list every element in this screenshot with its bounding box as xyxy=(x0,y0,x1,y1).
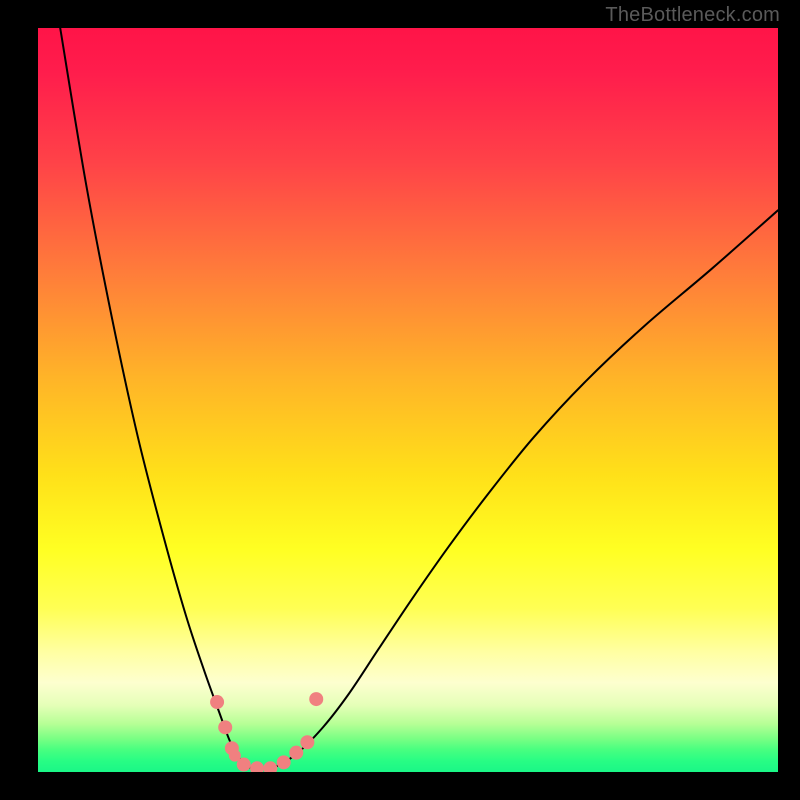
highlight-marker xyxy=(218,720,232,734)
highlight-marker xyxy=(300,735,314,749)
highlight-marker xyxy=(263,761,277,772)
chart-overlay xyxy=(38,28,778,772)
highlight-marker xyxy=(250,761,264,772)
highlight-marker xyxy=(277,755,291,769)
highlight-marker xyxy=(289,746,303,760)
bottleneck-curve xyxy=(60,28,778,769)
chart-frame: TheBottleneck.com xyxy=(0,0,800,800)
highlight-marker xyxy=(237,758,251,772)
highlight-markers xyxy=(210,692,323,772)
watermark-text: TheBottleneck.com xyxy=(605,4,780,27)
highlight-marker xyxy=(210,695,224,709)
plot-area xyxy=(38,28,778,772)
highlight-marker xyxy=(309,692,323,706)
